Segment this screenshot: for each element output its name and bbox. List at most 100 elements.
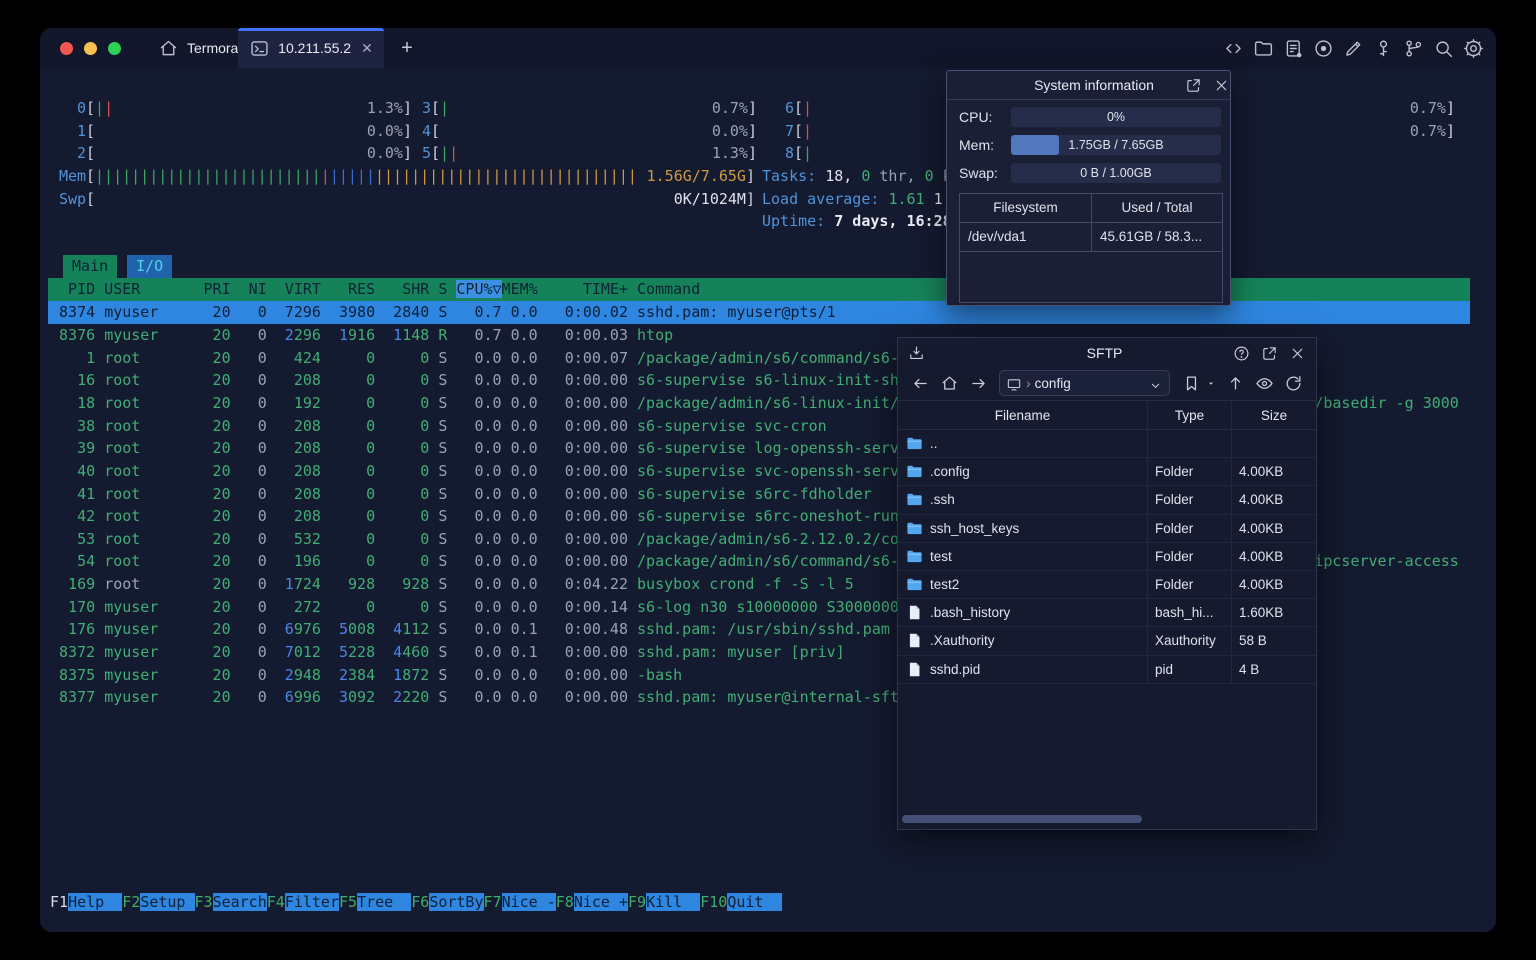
close-panel-icon[interactable]	[1213, 77, 1230, 94]
fkey-f9-kill[interactable]: F9Kill	[628, 893, 701, 912]
fkey-f3-search[interactable]: F3Search	[195, 893, 267, 912]
process-row-8374[interactable]: 8374 myuser 20 0 7296 3980 2840 S 0.7 0.…	[48, 301, 1470, 324]
file-row-..[interactable]: ..	[898, 430, 1316, 459]
file-row-sshd.pid[interactable]: sshd.pid pid 4 B	[898, 655, 1316, 684]
sftp-toolbar: › config	[898, 368, 1316, 398]
app-window: Termora 10.211.55.2 ✕ + 0[|| 1.3%] 1[0.0%]…	[40, 28, 1496, 932]
terminal-icon	[249, 38, 270, 59]
file-row-.Xauthority[interactable]: .Xauthority Xauthority 58 B	[898, 627, 1316, 656]
fkey-f2-setup[interactable]: F2Setup	[122, 893, 195, 912]
file-row-.bash_history[interactable]: .bash_history bash_hi... 1.60KB	[898, 599, 1316, 628]
folder-icon	[906, 491, 923, 508]
cpu-meter-2: 2[0.0%]	[76, 144, 412, 163]
htop-tab-io[interactable]: I/O	[127, 255, 173, 278]
bookmark-icon[interactable]	[1182, 374, 1201, 393]
process-table-header[interactable]: PID USER PRI NI VIRT RES SHR S CPU%▽MEM%…	[48, 278, 1470, 301]
cpu-meter-4: 4[0.0%]	[421, 121, 757, 140]
breadcrumb-separator: ›	[1026, 375, 1031, 391]
notes-icon[interactable]	[1283, 38, 1304, 59]
fkey-f10-quit[interactable]: F10Quit	[700, 893, 782, 912]
record-icon[interactable]	[1313, 38, 1334, 59]
cpu-usage-value: 0%	[1106, 110, 1126, 124]
folder-icon[interactable]	[1253, 38, 1274, 59]
mem-label: Mem:	[959, 137, 994, 153]
refresh-icon[interactable]	[1284, 374, 1303, 393]
file-row-.ssh[interactable]: .ssh Folder 4.00KB	[898, 486, 1316, 515]
file-icon	[906, 632, 923, 649]
key-icon[interactable]	[1373, 38, 1394, 59]
open-in-new-window-icon[interactable]	[1261, 345, 1278, 362]
size-column-header[interactable]: Size	[1231, 401, 1316, 429]
show-hidden-files-icon[interactable]	[1255, 374, 1274, 393]
active-tab-accent	[238, 28, 384, 31]
cpu-meter-5: 5[|| 1.3%]	[421, 144, 757, 163]
file-row-ssh_host_keys[interactable]: ssh_host_keys Folder 4.00KB	[898, 514, 1316, 543]
download-icon[interactable]	[908, 345, 925, 362]
folder-icon	[906, 520, 923, 537]
home-icon	[158, 38, 179, 59]
filesystem-column-header: Filesystem	[960, 194, 1092, 222]
mem-usage-bar: 1.75GB / 7.65GB	[1011, 135, 1221, 155]
search-icon[interactable]	[1433, 38, 1454, 59]
breadcrumb-folder: config	[1034, 375, 1071, 391]
swap-usage-bar: 0 B / 1.00GB	[1011, 163, 1221, 183]
computer-icon	[1006, 375, 1022, 391]
system-information-panel: System information CPU: 0% Mem: 1.75GB /…	[946, 70, 1231, 306]
mem-usage-value: 1.75GB / 7.65GB	[1068, 138, 1164, 152]
git-branch-icon[interactable]	[1403, 38, 1424, 59]
back-icon[interactable]	[911, 374, 930, 393]
horizontal-scrollbar[interactable]	[902, 815, 1142, 823]
sftp-table-header: Filename Type Size	[898, 400, 1316, 430]
swap-usage-value: 0 B / 1.00GB	[1080, 166, 1152, 180]
htop-tab-main[interactable]: Main	[63, 255, 118, 278]
fkey-f1-help[interactable]: F1Help	[50, 893, 123, 912]
new-tab-button[interactable]: +	[392, 28, 422, 68]
file-row-.config[interactable]: .config Folder 4.00KB	[898, 458, 1316, 487]
folder-icon	[906, 576, 923, 593]
help-icon[interactable]	[1233, 345, 1250, 362]
app-tab-label: Termora	[187, 40, 239, 56]
type-column-header[interactable]: Type	[1147, 401, 1231, 429]
fkey-f7-nice[interactable]: F7Nice -	[484, 893, 556, 912]
fkey-f6-sortby[interactable]: F6SortBy	[411, 893, 484, 912]
tab-ssh-session[interactable]: 10.211.55.2 ✕	[238, 28, 384, 68]
folder-icon	[906, 463, 923, 480]
swap-label: Swap:	[959, 165, 998, 181]
tab-termora-home[interactable]: Termora	[144, 28, 263, 68]
path-breadcrumb[interactable]: › config	[999, 370, 1170, 396]
filesystem-table-header: Filesystem Used / Total	[960, 194, 1222, 223]
close-tab-icon[interactable]: ✕	[361, 40, 373, 57]
htop-screen-tabs: Main I/O	[63, 255, 173, 278]
close-panel-icon[interactable]	[1289, 345, 1306, 362]
minimize-window-button[interactable]	[84, 42, 97, 55]
code-icon[interactable]	[1223, 38, 1244, 59]
bookmark-dropdown-icon[interactable]	[1206, 374, 1216, 393]
cpu-meter-1: 1[0.0%]	[76, 121, 412, 140]
title-bar: Termora 10.211.55.2 ✕ +	[40, 28, 1496, 68]
titlebar-toolbar	[1223, 28, 1484, 68]
parent-directory-icon[interactable]	[1226, 374, 1245, 393]
home-icon[interactable]	[940, 374, 959, 393]
close-window-button[interactable]	[60, 42, 73, 55]
cpu-meter-3: 3[| 0.7%]	[421, 99, 757, 117]
open-in-new-window-icon[interactable]	[1185, 77, 1202, 94]
forward-icon[interactable]	[969, 374, 988, 393]
folder-icon	[906, 435, 923, 452]
chevron-down-icon[interactable]	[1148, 376, 1163, 391]
zoom-window-button[interactable]	[108, 42, 121, 55]
cpu-meter-0: 0[|| 1.3%]	[76, 99, 412, 117]
file-row-test2[interactable]: test2 Folder 4.00KB	[898, 570, 1316, 600]
folder-icon	[906, 548, 923, 565]
file-row-test[interactable]: test Folder 4.00KB	[898, 542, 1316, 571]
filename-column-header[interactable]: Filename	[898, 408, 1147, 423]
system-information-titlebar: System information	[947, 71, 1230, 100]
fkey-f8-nice[interactable]: F8Nice +	[556, 893, 628, 912]
filesystem-row[interactable]: /dev/vda1 45.61GB / 58.3...	[960, 223, 1222, 252]
fkey-f4-filter[interactable]: F4Filter	[267, 893, 339, 912]
cpu-label: CPU:	[959, 109, 993, 125]
settings-icon[interactable]	[1463, 38, 1484, 59]
active-tab-label: 10.211.55.2	[278, 40, 352, 56]
pencil-icon[interactable]	[1343, 38, 1364, 59]
fkey-f5-tree[interactable]: F5Tree	[339, 893, 412, 912]
htop-function-key-bar: F1Help F2Setup F3SearchF4FilterF5Tree F6…	[50, 891, 782, 914]
